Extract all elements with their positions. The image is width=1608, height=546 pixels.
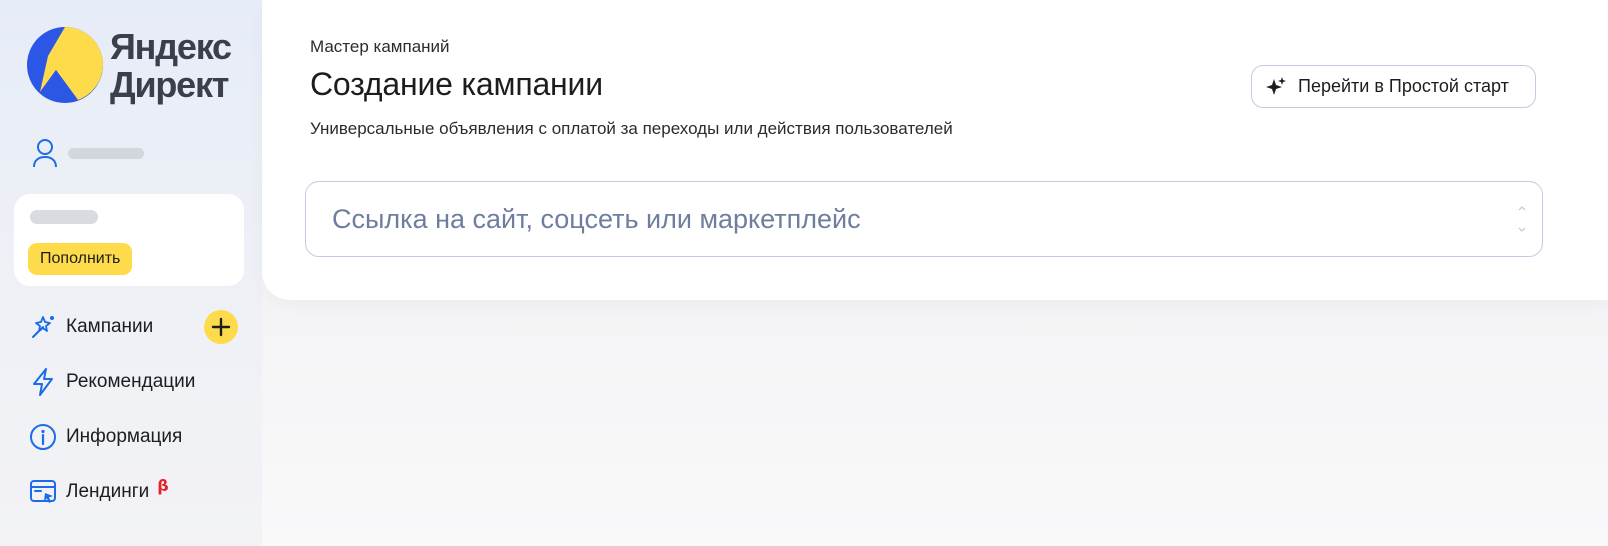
- lightning-icon: [28, 367, 58, 397]
- user-name-placeholder: [68, 148, 144, 159]
- sidebar-item-label: Рекомендации: [66, 371, 196, 392]
- page-title: Создание кампании: [310, 66, 603, 102]
- logo-wordmark: Яндекс Директ: [110, 26, 232, 105]
- sidebar: Яндекс Директ Пополнить Кампании Рекомен…: [0, 0, 262, 546]
- sidebar-item-recommendations[interactable]: Рекомендации: [28, 362, 248, 402]
- campaign-wizard-panel: Мастер кампаний Создание кампании Универ…: [262, 0, 1608, 300]
- sidebar-item-label: Информация: [66, 426, 183, 447]
- info-icon: [28, 422, 58, 452]
- breadcrumb: Мастер кампаний: [310, 37, 450, 56]
- sparkles-icon: [1266, 76, 1286, 95]
- beta-badge: β: [157, 475, 169, 495]
- sidebar-item-landings[interactable]: Лендинги β: [28, 472, 248, 512]
- topup-button[interactable]: Пополнить: [28, 243, 133, 275]
- balance-amount-placeholder: [30, 210, 98, 224]
- sidebar-item-information[interactable]: Информация: [28, 417, 248, 457]
- user-icon: [33, 139, 57, 168]
- simple-start-button[interactable]: Перейти в Простой старт: [1251, 65, 1536, 108]
- url-input-container[interactable]: [305, 181, 1543, 257]
- balance-card: Пополнить: [14, 194, 244, 286]
- plus-icon: [211, 317, 231, 337]
- add-campaign-button[interactable]: [204, 310, 238, 344]
- user-account[interactable]: [32, 138, 232, 168]
- logo-line-1: Яндекс: [110, 26, 232, 67]
- resize-handle-icon[interactable]: [1516, 202, 1528, 236]
- landing-page-icon: [28, 477, 58, 507]
- simple-start-label: Перейти в Простой старт: [1298, 76, 1509, 96]
- yandex-direct-logo-icon: [27, 27, 103, 103]
- logo-line-2: Директ: [110, 64, 229, 105]
- page-subtitle: Универсальные объявления с оплатой за пе…: [310, 119, 953, 138]
- sidebar-item-label: Кампании: [66, 316, 154, 337]
- magic-wand-icon: [28, 312, 58, 342]
- site-url-input[interactable]: [332, 182, 1492, 256]
- yandex-direct-logo[interactable]: Яндекс Директ: [26, 26, 246, 106]
- sidebar-item-label: Лендинги: [66, 481, 150, 502]
